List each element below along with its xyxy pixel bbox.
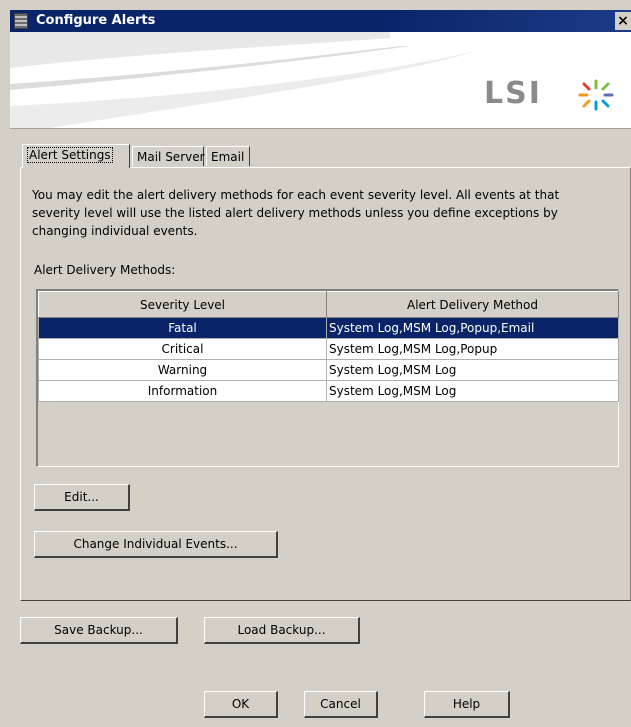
table-row[interactable]: Warning System Log,MSM Log [38, 359, 619, 381]
method-cell[interactable]: System Log,MSM Log,Popup [326, 338, 619, 360]
tab-alert-settings[interactable]: Alert Settings [22, 144, 130, 168]
save-backup-button[interactable]: Save Backup... [20, 617, 178, 644]
app-icon [14, 13, 28, 29]
close-button[interactable]: × [615, 12, 631, 30]
cancel-button[interactable]: Cancel [304, 691, 378, 718]
method-cell[interactable]: System Log,MSM Log [326, 359, 619, 381]
ok-button[interactable]: OK [204, 691, 278, 718]
window-title: Configure Alerts [36, 13, 156, 28]
header-banner: LSI [10, 32, 631, 129]
column-header-method[interactable]: Alert Delivery Method [326, 291, 619, 318]
delivery-methods-label: Alert Delivery Methods: [34, 263, 176, 277]
title-bar: Configure Alerts × [10, 10, 631, 32]
table-row[interactable]: Information System Log,MSM Log [38, 380, 619, 402]
method-cell[interactable]: System Log,MSM Log,Popup,Email [326, 317, 619, 339]
change-individual-events-button[interactable]: Change Individual Events... [34, 531, 278, 558]
method-cell[interactable]: System Log,MSM Log [326, 380, 619, 402]
delivery-methods-table: Severity Level Alert Delivery Method Fat… [36, 289, 619, 467]
lsi-logo-icon [578, 79, 614, 111]
severity-cell[interactable]: Information [38, 380, 327, 402]
table-row[interactable]: Critical System Log,MSM Log,Popup [38, 338, 619, 360]
table-row[interactable]: Fatal System Log,MSM Log,Popup,Email [38, 317, 619, 339]
edit-button[interactable]: Edit... [34, 484, 130, 511]
tab-mail-server[interactable]: Mail Server [132, 146, 205, 166]
severity-cell[interactable]: Warning [38, 359, 327, 381]
severity-cell[interactable]: Fatal [38, 317, 327, 339]
help-button[interactable]: Help [424, 691, 510, 718]
severity-cell[interactable]: Critical [38, 338, 327, 360]
lsi-logo-text: LSI [484, 76, 542, 111]
description-text: You may edit the alert delivery methods … [32, 188, 560, 238]
tab-email[interactable]: Email [206, 146, 250, 166]
column-header-severity[interactable]: Severity Level [38, 291, 327, 318]
load-backup-button[interactable]: Load Backup... [204, 617, 360, 644]
